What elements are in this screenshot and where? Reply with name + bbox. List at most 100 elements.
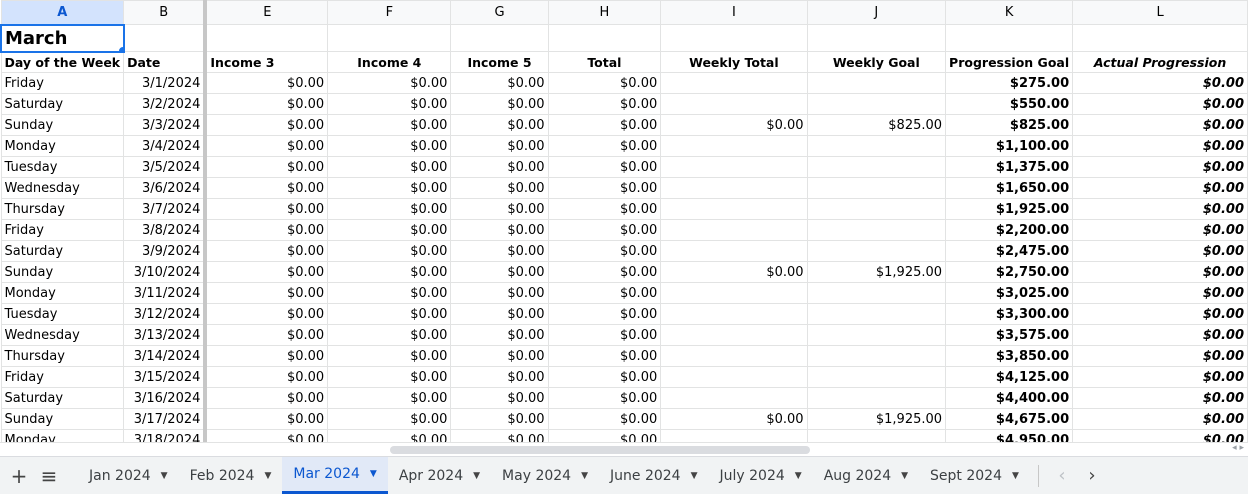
cell[interactable]: $0.00: [547, 177, 662, 199]
cell[interactable]: [660, 177, 808, 199]
all-sheets-button[interactable]: ≡: [34, 457, 64, 494]
caret-down-icon[interactable]: ▼: [264, 471, 271, 481]
cell[interactable]: $0.00: [327, 408, 452, 430]
cell[interactable]: Wednesday: [0, 177, 125, 199]
cell[interactable]: [660, 93, 808, 115]
cell[interactable]: $0.00: [547, 324, 662, 346]
cell[interactable]: $0.00: [450, 219, 549, 241]
header-cell[interactable]: Income 5: [450, 51, 549, 73]
cell[interactable]: $825.00: [945, 114, 1074, 136]
cell[interactable]: $825.00: [806, 114, 947, 136]
cell[interactable]: $0.00: [204, 408, 329, 430]
cell[interactable]: $0.00: [450, 429, 549, 442]
cell[interactable]: [660, 282, 808, 304]
cell[interactable]: $0.00: [1072, 72, 1248, 94]
cell[interactable]: Monday: [0, 282, 125, 304]
cell[interactable]: $0.00: [547, 240, 662, 262]
cell[interactable]: [806, 366, 947, 388]
cell[interactable]: $0.00: [204, 429, 329, 442]
cell[interactable]: $0.00: [547, 429, 662, 442]
title-cell[interactable]: March: [0, 23, 125, 53]
cell[interactable]: 3/9/2024: [123, 240, 208, 262]
cell[interactable]: $0.00: [204, 282, 329, 304]
cell[interactable]: [660, 429, 808, 442]
cell[interactable]: $1,375.00: [945, 156, 1074, 178]
cell[interactable]: 3/17/2024: [123, 408, 208, 430]
cell[interactable]: $0.00: [1072, 324, 1248, 346]
cell[interactable]: $2,200.00: [945, 219, 1074, 241]
cell[interactable]: 3/5/2024: [123, 156, 208, 178]
scrollbar-thumb[interactable]: [390, 446, 810, 454]
caret-down-icon[interactable]: ▼: [161, 471, 168, 481]
cell[interactable]: [1072, 24, 1248, 52]
cell[interactable]: $0.00: [327, 177, 452, 199]
caret-down-icon[interactable]: ▼: [795, 471, 802, 481]
cell[interactable]: [806, 24, 947, 52]
cell[interactable]: [660, 366, 808, 388]
cell[interactable]: [806, 324, 947, 346]
sheet-tab[interactable]: May 2024 ▼: [491, 457, 599, 494]
horizontal-scrollbar[interactable]: ◂ ▸: [0, 442, 1248, 457]
cell[interactable]: $0.00: [450, 345, 549, 367]
cell[interactable]: 3/13/2024: [123, 324, 208, 346]
cell[interactable]: $0.00: [1072, 219, 1248, 241]
cell[interactable]: $3,850.00: [945, 345, 1074, 367]
cell[interactable]: [806, 345, 947, 367]
cell[interactable]: $0.00: [450, 387, 549, 409]
cell[interactable]: $275.00: [945, 72, 1074, 94]
cell[interactable]: $0.00: [547, 114, 662, 136]
cell[interactable]: $550.00: [945, 93, 1074, 115]
cell[interactable]: $0.00: [450, 240, 549, 262]
cell[interactable]: $0.00: [327, 429, 452, 442]
cell[interactable]: [660, 240, 808, 262]
cell[interactable]: 3/14/2024: [123, 345, 208, 367]
cell[interactable]: $0.00: [204, 324, 329, 346]
cell[interactable]: $0.00: [1072, 240, 1248, 262]
header-cell[interactable]: Day of the Week: [0, 51, 125, 73]
cell[interactable]: $0.00: [547, 282, 662, 304]
cell[interactable]: $0.00: [660, 114, 808, 136]
header-cell[interactable]: Progression Goal: [945, 51, 1074, 73]
cell[interactable]: $0.00: [547, 261, 662, 283]
column-header-l[interactable]: L: [1072, 0, 1248, 25]
caret-down-icon[interactable]: ▼: [473, 471, 480, 481]
cell[interactable]: 3/8/2024: [123, 219, 208, 241]
cell[interactable]: $0.00: [204, 345, 329, 367]
header-cell[interactable]: Weekly Goal: [806, 51, 947, 73]
cell[interactable]: $0.00: [450, 408, 549, 430]
cell[interactable]: $0.00: [327, 261, 452, 283]
cell[interactable]: $0.00: [1072, 387, 1248, 409]
cell[interactable]: 3/18/2024: [123, 429, 208, 442]
column-header-i[interactable]: I: [660, 0, 808, 25]
cell[interactable]: Monday: [0, 135, 125, 157]
scroll-arrows-icon[interactable]: ◂ ▸: [1232, 443, 1244, 453]
cell[interactable]: 3/2/2024: [123, 93, 208, 115]
cell[interactable]: $0.00: [204, 303, 329, 325]
cell[interactable]: $4,675.00: [945, 408, 1074, 430]
cell[interactable]: $0.00: [327, 366, 452, 388]
cell[interactable]: Monday: [0, 429, 125, 442]
cell[interactable]: 3/6/2024: [123, 177, 208, 199]
cell[interactable]: Wednesday: [0, 324, 125, 346]
cell[interactable]: $0.00: [1072, 345, 1248, 367]
sheet-tab[interactable]: July 2024 ▼: [709, 457, 813, 494]
cell[interactable]: $0.00: [547, 303, 662, 325]
cell[interactable]: $0.00: [327, 387, 452, 409]
cell[interactable]: Friday: [0, 219, 125, 241]
cell[interactable]: 3/1/2024: [123, 72, 208, 94]
cell[interactable]: $0.00: [204, 72, 329, 94]
cell[interactable]: Thursday: [0, 345, 125, 367]
cell[interactable]: [806, 156, 947, 178]
header-cell[interactable]: Total: [547, 51, 662, 73]
cell[interactable]: 3/15/2024: [123, 366, 208, 388]
cell[interactable]: $0.00: [204, 156, 329, 178]
cell[interactable]: $0.00: [204, 93, 329, 115]
cell[interactable]: [806, 429, 947, 442]
cell[interactable]: $4,400.00: [945, 387, 1074, 409]
cell[interactable]: $0.00: [450, 114, 549, 136]
cell[interactable]: $0.00: [660, 408, 808, 430]
column-header-j[interactable]: J: [806, 0, 947, 25]
cell[interactable]: $0.00: [1072, 156, 1248, 178]
cell[interactable]: Tuesday: [0, 156, 125, 178]
column-header-g[interactable]: G: [450, 0, 549, 25]
